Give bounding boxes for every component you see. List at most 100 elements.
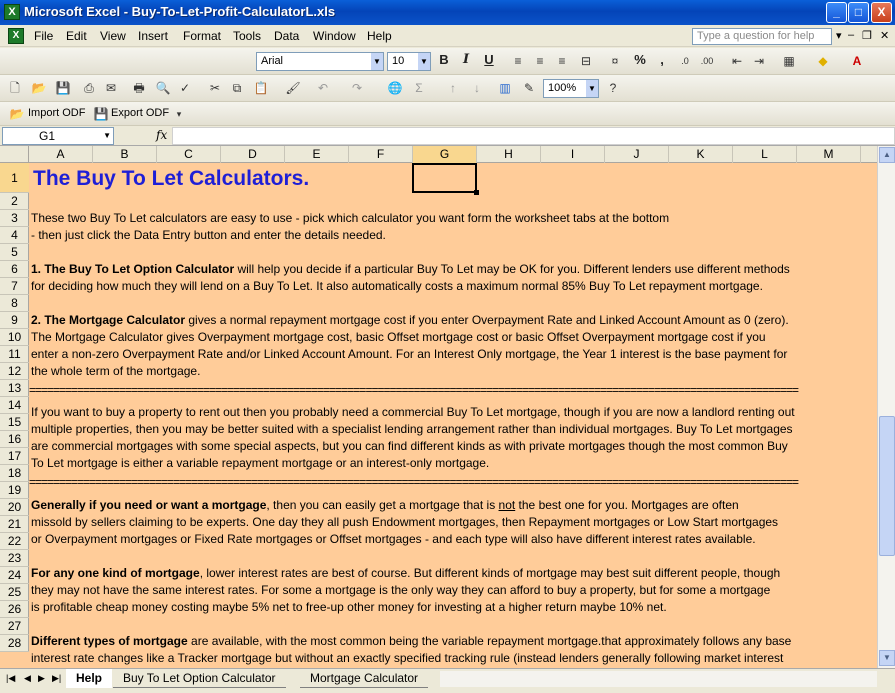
cut-icon[interactable]: ✂ [206, 79, 224, 97]
comma-button[interactable]: , [652, 51, 672, 69]
chevron-down-icon[interactable]: ▼ [418, 53, 430, 70]
merge-center-icon[interactable]: ⊟ [577, 52, 595, 70]
column-header-h[interactable]: H [477, 146, 541, 163]
undo-icon[interactable]: ↶ [314, 79, 332, 97]
ask-question-input[interactable]: Type a question for help [692, 28, 832, 45]
row-header-23[interactable]: 23 [0, 550, 29, 567]
row-header-14[interactable]: 14 [0, 397, 29, 414]
row-header-3[interactable]: 3 [0, 210, 29, 227]
active-cell-g1[interactable] [412, 163, 479, 195]
font-color-icon[interactable]: A [848, 52, 866, 70]
name-box[interactable]: G1 ▼ [2, 127, 114, 145]
email-icon[interactable]: ✉ [102, 79, 120, 97]
menu-format[interactable]: Format [183, 29, 221, 43]
copy-icon[interactable]: ⧉ [228, 79, 246, 97]
permission-icon[interactable]: ⎙ [80, 79, 98, 97]
row-header-7[interactable]: 7 [0, 278, 29, 295]
row-header-5[interactable]: 5 [0, 244, 29, 261]
sort-ascending-icon[interactable]: ↑ [444, 79, 462, 97]
menu-insert[interactable]: Insert [138, 29, 168, 43]
row-header-19[interactable]: 19 [0, 482, 29, 499]
column-header-i[interactable]: I [541, 146, 605, 163]
fill-color-icon[interactable]: ◆ [814, 52, 832, 70]
doc-restore-icon[interactable]: ❐ [862, 29, 872, 42]
borders-icon[interactable]: ▦ [780, 52, 798, 70]
column-header-e[interactable]: E [285, 146, 349, 163]
column-header-f[interactable]: F [349, 146, 413, 163]
export-odf-button[interactable]: Export ODF [111, 107, 169, 119]
column-header-b[interactable]: B [93, 146, 157, 163]
prev-sheet-icon[interactable]: ◀ [24, 673, 31, 684]
formula-input[interactable] [172, 127, 895, 145]
column-header-d[interactable]: D [221, 146, 285, 163]
increase-indent-icon[interactable]: ⇥ [750, 52, 768, 70]
help-icon[interactable]: ? [604, 79, 622, 97]
hyperlink-icon[interactable]: 🌐 [386, 79, 404, 97]
row-header-21[interactable]: 21 [0, 516, 29, 533]
chevron-down-icon[interactable]: ▼ [371, 53, 383, 70]
save-icon[interactable]: 💾 [54, 79, 72, 97]
last-sheet-icon[interactable]: ▶| [52, 673, 61, 684]
menu-tools[interactable]: Tools [233, 29, 261, 43]
worksheet-grid[interactable]: A B C D E F G H I J K L M 1 2 3 4 5 6 7 8 9 10 11 1… [0, 146, 877, 668]
row-header-26[interactable]: 26 [0, 601, 29, 618]
row-header-4[interactable]: 4 [0, 227, 29, 244]
maximize-button[interactable]: □ [848, 2, 869, 23]
align-left-icon[interactable]: ≡ [509, 52, 527, 70]
row-header-13[interactable]: 13 [0, 380, 29, 397]
row-header-10[interactable]: 10 [0, 329, 29, 346]
import-odf-button[interactable]: Import ODF [28, 107, 85, 119]
currency-icon[interactable]: ¤ [606, 52, 624, 70]
row-header-20[interactable]: 20 [0, 499, 29, 516]
column-header-a[interactable]: A [29, 146, 93, 163]
decrease-indent-icon[interactable]: ⇤ [728, 52, 746, 70]
horizontal-scrollbar[interactable] [440, 671, 877, 687]
row-header-27[interactable]: 27 [0, 618, 29, 635]
minimize-button[interactable]: _ [826, 2, 847, 23]
decrease-decimal-icon[interactable]: .00 [698, 52, 716, 70]
doc-close-icon[interactable]: ✕ [880, 29, 889, 42]
next-sheet-icon[interactable]: ▶ [38, 673, 45, 684]
scroll-down-icon[interactable]: ▼ [879, 650, 895, 666]
row-header-12[interactable]: 12 [0, 363, 29, 380]
first-sheet-icon[interactable]: |◀ [6, 673, 15, 684]
align-right-icon[interactable]: ≡ [553, 52, 571, 70]
column-header-c[interactable]: C [157, 146, 221, 163]
redo-icon[interactable]: ↷ [348, 79, 366, 97]
column-header-g[interactable]: G [413, 146, 477, 163]
italic-button[interactable]: I [456, 51, 476, 69]
percent-button[interactable]: % [630, 51, 650, 69]
chart-wizard-icon[interactable]: ▥ [496, 79, 514, 97]
row-header-2[interactable]: 2 [0, 193, 29, 210]
row-header-9[interactable]: 9 [0, 312, 29, 329]
print-preview-icon[interactable]: 🔍 [154, 79, 172, 97]
font-name-combo[interactable]: Arial ▼ [256, 52, 384, 71]
close-button[interactable]: X [871, 2, 892, 23]
chevron-down-icon[interactable]: ▼ [586, 80, 598, 97]
row-header-22[interactable]: 22 [0, 533, 29, 550]
row-header-24[interactable]: 24 [0, 567, 29, 584]
row-header-25[interactable]: 25 [0, 584, 29, 601]
chevron-down-icon[interactable]: ▼ [103, 128, 111, 144]
tab-mortgage-calculator[interactable]: Mortgage Calculator [300, 669, 429, 688]
insert-function-icon[interactable]: fx [156, 128, 167, 142]
align-center-icon[interactable]: ≡ [531, 52, 549, 70]
column-header-k[interactable]: K [669, 146, 733, 163]
bold-button[interactable]: B [434, 51, 454, 69]
tab-help[interactable]: Help [66, 669, 113, 688]
doc-minimize-icon[interactable]: – [848, 29, 854, 41]
row-header-1[interactable]: 1 [0, 163, 29, 193]
scroll-up-icon[interactable]: ▲ [879, 147, 895, 163]
row-header-8[interactable]: 8 [0, 295, 29, 312]
row-header-18[interactable]: 18 [0, 465, 29, 482]
menu-file[interactable]: File [34, 29, 53, 43]
underline-button[interactable]: U [479, 51, 499, 69]
row-header-28[interactable]: 28 [0, 635, 29, 652]
autosum-icon[interactable]: Σ [410, 79, 428, 97]
sort-descending-icon[interactable]: ↓ [468, 79, 486, 97]
row-header-16[interactable]: 16 [0, 431, 29, 448]
scroll-thumb[interactable] [879, 416, 895, 556]
column-header-l[interactable]: L [733, 146, 797, 163]
row-header-15[interactable]: 15 [0, 414, 29, 431]
toolbar-options-icon[interactable]: ▾ [170, 105, 188, 123]
